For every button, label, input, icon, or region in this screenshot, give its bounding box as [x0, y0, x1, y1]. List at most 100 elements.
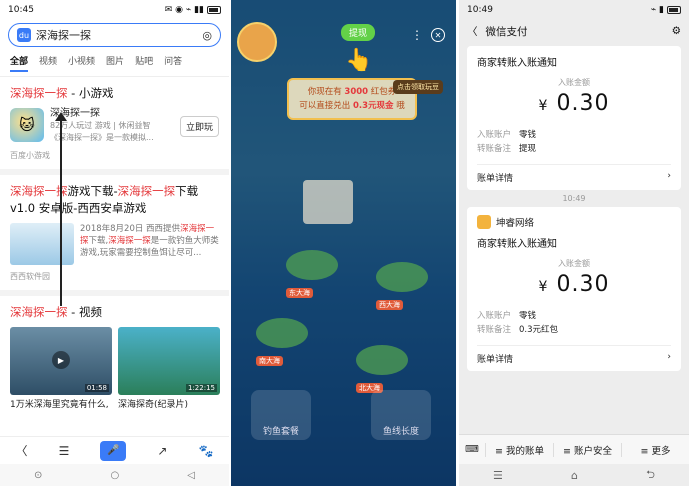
remark-value: 0.3元红包	[519, 325, 559, 335]
baidu-paw-icon[interactable]: 🐾	[198, 444, 213, 458]
island-west[interactable]: 西大海	[376, 262, 428, 311]
play-now-button[interactable]: 立即玩	[179, 115, 219, 137]
bill-detail-link[interactable]: 账单详情 ›	[477, 345, 671, 371]
result-title[interactable]: 深海探一探 - 视频	[10, 304, 219, 321]
menu-my-bills[interactable]: ≡ 我的账单	[485, 442, 553, 457]
game-panel: 提现 👆 ⋮ ✕ 你现在有 3000 红包券 可以直接兑出 0.3元现金 哦 点…	[231, 0, 456, 486]
chevron-right-icon: ›	[667, 352, 671, 362]
bill-detail-link[interactable]: 账单详情 ›	[477, 164, 671, 190]
annotation-arrow-line	[60, 118, 62, 306]
search-bar[interactable]: du 深海探一探 ◎	[8, 23, 221, 47]
result-card-minigame[interactable]: 深海探一探 - 小游戏 🐱 深海探一探 82万人玩过 游戏 | 休闲益智 《深海…	[0, 77, 229, 175]
collect-beans-button[interactable]: 点击领取玩豆	[393, 80, 443, 94]
back-sys-icon[interactable]: ⮌	[646, 466, 655, 485]
mic-icon[interactable]: 🎤	[100, 440, 127, 461]
more-icon[interactable]: ⋮	[411, 28, 423, 42]
cat-avatar-icon[interactable]	[237, 22, 277, 62]
back-icon[interactable]: 〈	[467, 24, 478, 39]
game-desc: 《深海探一探》是一款模拟...	[50, 133, 154, 142]
wechat-bottom-menu: ⌨ ≡ 我的账单 ≡ 账户安全 ≡ 更多	[459, 434, 689, 464]
signal-icons: ⌁ ▮	[650, 5, 664, 15]
back-sys-icon[interactable]: ◁	[187, 470, 195, 481]
signal-icons: ✉ ◉ ⌁ ▮▮	[164, 5, 204, 15]
amount-label: 入账金额	[558, 259, 590, 268]
tab-short-video[interactable]: 小视频	[68, 54, 95, 72]
home-icon[interactable]: ⌂	[571, 469, 578, 482]
menu-account-security[interactable]: ≡ 账户安全	[553, 442, 621, 457]
result-source: 百度小游戏	[10, 151, 50, 160]
tab-images[interactable]: 图片	[106, 54, 124, 72]
share-icon[interactable]: ↗	[157, 444, 167, 458]
camera-icon[interactable]: ◎	[202, 29, 212, 42]
remark-label: 转账备注	[477, 144, 512, 154]
video-item[interactable]: ▶ 01:58 1万米深海里究竟有什么,	[10, 327, 112, 410]
baidu-search-panel: 10:45 ✉ ◉ ⌁ ▮▮ du 深海探一探 ◎ 全部 视频 小视频 图片 贴…	[0, 0, 229, 486]
close-icon[interactable]: ✕	[431, 28, 445, 42]
home-icon[interactable]: ○	[110, 470, 119, 481]
tab-video[interactable]: 视频	[39, 54, 57, 72]
game-stats: 82万人玩过 游戏 | 休闲益智	[50, 121, 151, 130]
keyboard-icon[interactable]: ⌨	[459, 444, 485, 455]
back-icon[interactable]: 〈	[16, 442, 28, 459]
result-source: 西西软件园	[10, 272, 50, 281]
account-value: 零钱	[519, 130, 537, 140]
game-name: 深海探一探	[50, 108, 100, 119]
result-card-download[interactable]: 深海探一探游戏下载-深海探一探下载 v1.0 安卓版-西西安卓游戏 2018年8…	[0, 175, 229, 296]
chevron-right-icon: ›	[667, 171, 671, 181]
tab-all[interactable]: 全部	[10, 54, 29, 72]
video-duration: 1:22:15	[186, 384, 217, 392]
account-value: 零钱	[519, 311, 537, 321]
baidu-logo-icon: du	[17, 28, 31, 42]
amount-value: ¥0.30	[538, 91, 610, 116]
video-duration: 01:58	[84, 384, 109, 392]
status-bar: 10:45 ✉ ◉ ⌁ ▮▮	[0, 0, 229, 20]
result-desc: 2018年8月20日 西西提供深海探一探下载,深海探一探是一款钓鱼大师类游戏,玩…	[80, 224, 219, 258]
wechat-pay-panel: 10:49 ⌁ ▮ 〈 微信支付 ⚙ 商家转账入账通知 入账金额 ¥0.30 入…	[459, 0, 689, 486]
recent-icon[interactable]: ⊙	[34, 470, 42, 481]
account-label: 入账账户	[477, 130, 512, 140]
menu-more[interactable]: ≡ 更多	[621, 442, 689, 457]
page-title: 微信支付	[485, 25, 528, 38]
video-caption: 深海探奇(纪录片)	[118, 400, 189, 410]
remark-value: 提现	[519, 144, 537, 154]
result-card-videos: 深海探一探 - 视频 ▶ 01:58 1万米深海里究竟有什么, 1:22:15 深…	[0, 296, 229, 418]
result-thumbnail	[10, 223, 74, 265]
battery-icon	[667, 6, 681, 14]
notice-title: 商家转账入账通知	[477, 58, 557, 69]
amount-value: ¥0.30	[538, 272, 610, 297]
browser-bottom-nav: 〈 ☰ 🎤 ↗ 🐾	[0, 436, 229, 464]
status-time: 10:49	[467, 5, 493, 15]
status-bar: 10:49 ⌁ ▮	[459, 0, 689, 20]
pointing-hand-icon: 👆	[345, 48, 373, 73]
search-tabs: 全部 视频 小视频 图片 贴吧 问答	[0, 50, 229, 77]
status-time: 10:45	[8, 5, 34, 15]
account-label: 入账账户	[477, 311, 512, 321]
result-title[interactable]: 深海探一探 - 小游戏	[10, 85, 219, 102]
fishing-ship-icon[interactable]	[303, 180, 353, 224]
menu-icon[interactable]: ☰	[493, 469, 503, 482]
video-item[interactable]: 1:22:15 深海探奇(纪录片)	[118, 327, 220, 410]
island-south[interactable]: 南大海	[256, 318, 308, 367]
payment-notice-card[interactable]: 商家转账入账通知 入账金额 ¥0.30 入账账户 零钱 转账备注 提现 账单详情 ›	[467, 46, 681, 190]
merchant-logo-icon	[477, 215, 491, 229]
withdraw-button[interactable]: 提现	[341, 24, 376, 41]
menu-icon[interactable]: ☰	[59, 444, 70, 458]
search-input[interactable]: 深海探一探	[36, 27, 202, 43]
island-north[interactable]: 北大海	[356, 345, 408, 394]
locked-fishing-package[interactable]: 钓鱼套餐	[251, 390, 311, 440]
video-caption: 1万米深海里究竟有什么,	[10, 400, 109, 410]
play-icon: ▶	[52, 351, 70, 369]
tab-qa[interactable]: 问答	[164, 54, 182, 72]
game-icon[interactable]: 🐱	[10, 108, 44, 142]
locked-line-length[interactable]: 鱼线长度	[371, 390, 431, 440]
notice-title: 商家转账入账通知	[477, 239, 557, 250]
battery-icon	[207, 6, 221, 14]
amount-label: 入账金额	[558, 78, 590, 87]
island-east[interactable]: 东大海	[286, 250, 338, 299]
result-title[interactable]: 深海探一探游戏下载-深海探一探下载 v1.0 安卓版-西西安卓游戏	[10, 183, 219, 217]
payment-notice-card[interactable]: 坤睿网络 商家转账入账通知 入账金额 ¥0.30 入账账户 零钱 转账备注 0.3元…	[467, 207, 681, 371]
tab-tieba[interactable]: 贴吧	[135, 54, 153, 72]
gear-icon[interactable]: ⚙	[672, 25, 681, 37]
message-time: 10:49	[562, 194, 586, 203]
wechat-header: 〈 微信支付 ⚙	[459, 20, 689, 42]
